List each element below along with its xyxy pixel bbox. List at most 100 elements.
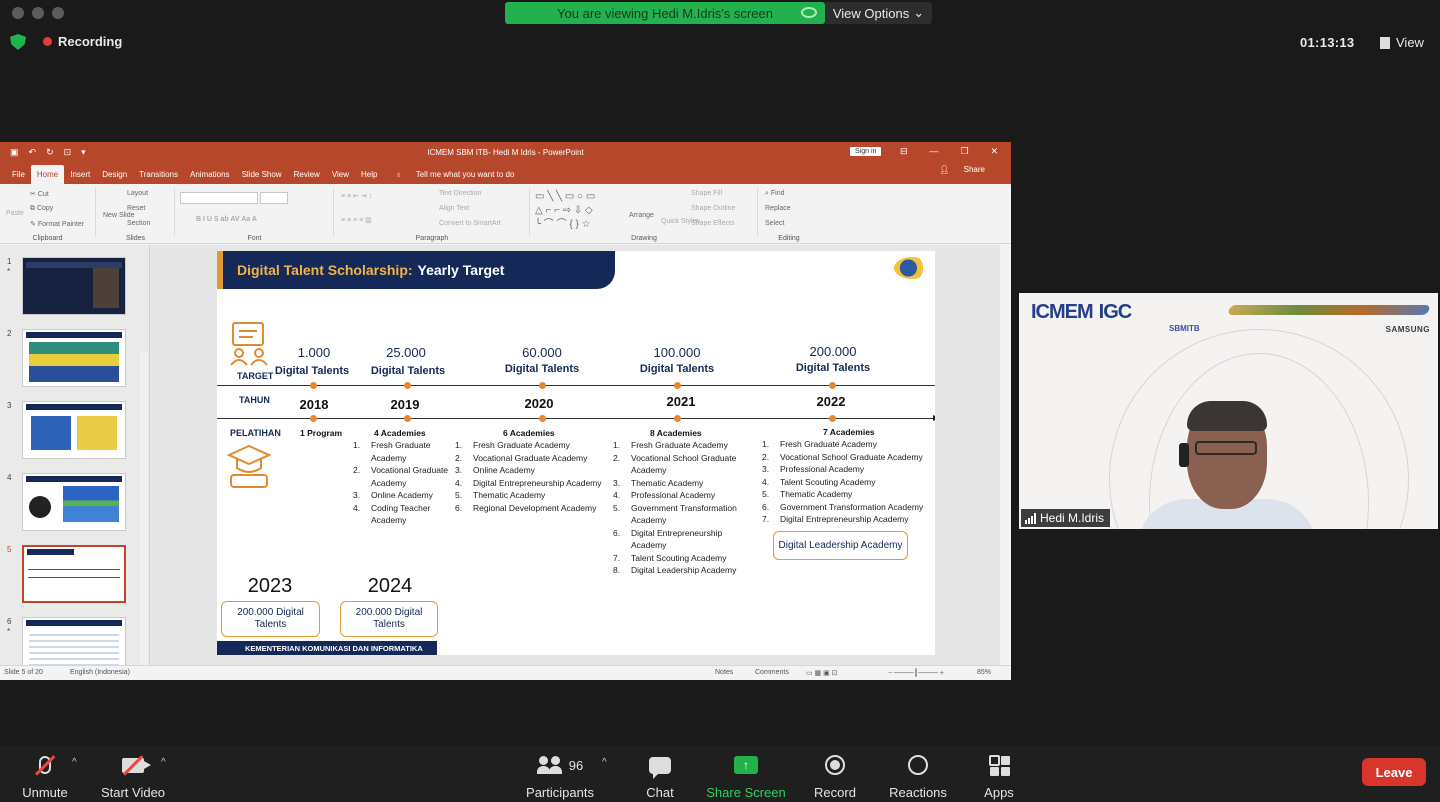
view-options-button[interactable]: View Options ⌄ — [825, 2, 932, 24]
notes-button[interactable]: Notes — [715, 669, 733, 676]
academies-list-2020: 1. Fresh Graduate Academy 2. Vocational Gr… — [455, 439, 610, 514]
shield-icon[interactable] — [10, 34, 26, 50]
shape-fill-button[interactable]: Shape Fill — [691, 190, 722, 197]
slide-footer: KEMENTERIAN KOMUNIKASI DAN INFORMATIKA — [217, 641, 437, 655]
chat-button[interactable]: Chat — [640, 753, 680, 800]
text-direction-button[interactable]: Text Direction — [439, 190, 481, 197]
record-button[interactable]: Record — [812, 753, 858, 800]
list-item: 5. Thematic Academy — [762, 489, 853, 499]
leave-button[interactable]: Leave — [1362, 758, 1426, 786]
paragraph-group: ≡ ≡ ⇤ ⇥ ↕ ≡ ≡ ≡ ≡ ▥ Text Direction Align… — [335, 188, 530, 242]
window-controls[interactable] — [12, 7, 64, 19]
thumbs-scrollbar[interactable] — [140, 351, 148, 680]
tab-insert[interactable]: Insert — [64, 170, 96, 184]
restore-icon[interactable]: ❐ — [961, 146, 969, 157]
copy-button[interactable]: ⧉ Copy — [30, 205, 53, 213]
share-label: Share — [963, 165, 985, 174]
new-slide-button[interactable]: New Slide — [103, 212, 135, 219]
minimize-icon[interactable]: — — [930, 146, 939, 157]
tab-view[interactable]: View — [326, 170, 355, 184]
arrange-button[interactable]: Arrange — [629, 212, 654, 219]
share-screen-button[interactable]: ↑ Share Screen — [706, 753, 786, 800]
target-box-2023: 200.000 Digital Talents — [221, 601, 320, 637]
share-button[interactable]: 👤︎ Share — [927, 165, 997, 179]
reset-button[interactable]: Reset — [127, 205, 145, 212]
format-painter-button[interactable]: ✎ Format Painter — [30, 220, 84, 228]
video-options-caret[interactable]: ^ — [161, 757, 166, 768]
shape-effects-button[interactable]: Shape Effects — [691, 220, 734, 227]
view-button[interactable]: View — [1380, 35, 1424, 50]
replace-button[interactable]: Replace — [765, 205, 791, 212]
paste-button[interactable]: Paste — [6, 210, 24, 217]
slide-thumb-1[interactable] — [22, 257, 126, 315]
slide-thumb-5[interactable] — [22, 545, 126, 603]
align-text-button[interactable]: Align Text — [439, 205, 469, 212]
bullets-button[interactable]: ≡ ≡ ⇤ ⇥ ↕ — [341, 192, 372, 200]
target-box-2024: 200.000 Digital Talents — [340, 601, 438, 637]
tab-slide-show[interactable]: Slide Show — [236, 170, 288, 184]
tell-me-search[interactable]: ♁ Tell me what you want to do — [383, 170, 526, 184]
audio-options-caret[interactable]: ^ — [72, 757, 77, 768]
font-size-input[interactable] — [260, 192, 288, 204]
sign-in-button[interactable]: Sign in — [850, 147, 882, 156]
shape-outline-button[interactable]: Shape Outline — [691, 205, 735, 212]
participants-button[interactable]: 96 Participants — [522, 753, 598, 800]
academy-name: Professional Academy — [631, 490, 716, 500]
unmute-button[interactable]: Unmute — [18, 753, 72, 800]
year-2019: 2019 — [390, 397, 420, 412]
list-item: 1. Fresh Graduate Academy — [613, 440, 728, 450]
tab-transitions[interactable]: Transitions — [133, 170, 184, 184]
participants-caret[interactable]: ^ — [602, 757, 607, 768]
view-mode-buttons[interactable]: ▭ ▦ ▣ ⊡ — [806, 669, 838, 677]
reactions-button[interactable]: Reactions — [888, 753, 948, 800]
apps-icon — [982, 753, 1016, 777]
academies-header-2019: 4 Academies — [374, 428, 426, 438]
convert-smartart-button[interactable]: Convert to SmartArt — [439, 220, 501, 227]
timeline-upper — [217, 385, 935, 386]
thumb-photo — [93, 268, 119, 308]
academy-name: Fresh Graduate Academy — [473, 440, 570, 450]
academy-name: Professional Academy — [780, 464, 865, 474]
font-group-label: Font — [247, 235, 262, 242]
tab-animations[interactable]: Animations — [184, 170, 236, 184]
apps-button[interactable]: Apps — [982, 753, 1016, 800]
find-button[interactable]: ⌕ Find — [765, 190, 785, 198]
zoom-slider[interactable]: − ────┃──── + — [888, 669, 944, 677]
slide-thumb-2[interactable] — [22, 329, 126, 387]
zoom-level[interactable]: 85% — [977, 669, 991, 676]
close-dot[interactable] — [12, 7, 24, 19]
align-buttons[interactable]: ≡ ≡ ≡ ≡ ▥ — [341, 216, 372, 224]
start-video-button[interactable]: Start Video — [98, 753, 168, 800]
bold-button[interactable]: B I U S ab AV Aa A — [196, 216, 257, 223]
comments-button[interactable]: Comments — [755, 669, 789, 676]
editing-group: ⌕ Find Replace Select Editing — [759, 188, 819, 242]
font-family-input[interactable] — [180, 192, 258, 204]
tab-review[interactable]: Review — [288, 170, 326, 184]
layout-button[interactable]: Layout — [127, 190, 148, 197]
select-button[interactable]: Select — [765, 220, 784, 227]
academies-header-2021: 8 Academies — [650, 428, 702, 438]
slide-thumb-4[interactable] — [22, 473, 126, 531]
participant-video[interactable]: ICMEM IGC SBMITB SAMSUNG Hedi M.Idris — [1019, 293, 1438, 529]
cut-button[interactable]: ✂ Cut — [30, 190, 49, 198]
tab-file[interactable]: File — [6, 170, 31, 184]
shapes-gallery[interactable]: ▭ ╲ ╲ ▭ ○ ▭ △ ⌐ ⌐ ⇨ ⇩ ◇ ╰ ⌒ ⌒ { } ☆ — [535, 190, 595, 232]
tab-home[interactable]: Home — [30, 165, 65, 184]
zoom-dot[interactable] — [52, 7, 64, 19]
recording-indicator[interactable]: Recording — [43, 34, 122, 49]
list-item: 6. Digital Entrepreneurship Academy — [613, 527, 743, 552]
target-text-2019: Digital Talents — [370, 365, 446, 377]
timeline-dot — [539, 415, 546, 422]
close-icon[interactable]: ✕ — [991, 146, 999, 157]
slide-thumb-3[interactable] — [22, 401, 126, 459]
event-logos: ICMEM IGC — [1031, 301, 1132, 324]
ribbon-display-icon[interactable]: ⊟ — [900, 146, 908, 157]
language-indicator[interactable]: English (Indonesia) — [70, 669, 130, 676]
participant-name: Hedi M.Idris — [1040, 511, 1105, 525]
thumb-number: 4 — [7, 473, 12, 482]
minimize-dot[interactable] — [32, 7, 44, 19]
tab-help[interactable]: Help — [355, 170, 383, 184]
academy-name: Regional Development Academy — [473, 502, 597, 513]
tab-design[interactable]: Design — [96, 170, 133, 184]
section-button[interactable]: Section — [127, 220, 150, 227]
